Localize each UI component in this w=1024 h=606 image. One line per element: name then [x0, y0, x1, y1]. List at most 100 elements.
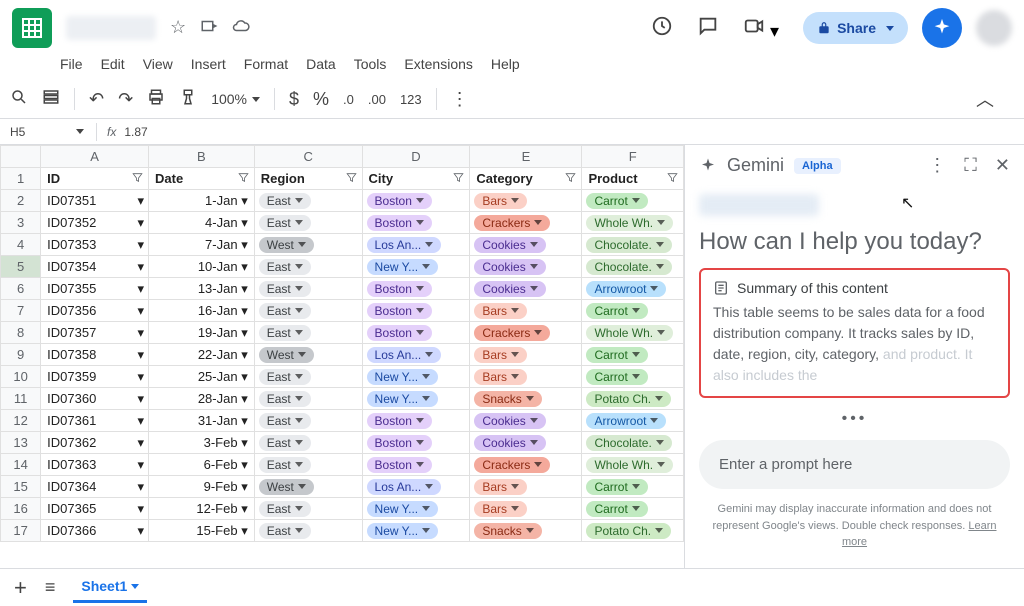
- chip-product[interactable]: Carrot: [586, 303, 647, 319]
- cell-city[interactable]: Boston: [362, 278, 470, 300]
- chip-city[interactable]: Boston: [367, 435, 432, 451]
- column-header-region[interactable]: Region: [254, 168, 362, 190]
- chip-category[interactable]: Bars: [474, 369, 527, 385]
- cell-product[interactable]: Whole Wh.: [582, 212, 684, 234]
- dropdown-caret-icon[interactable]: ▾: [137, 479, 144, 495]
- cell-product[interactable]: Arrowroot: [582, 278, 684, 300]
- dropdown-caret-icon[interactable]: ▾: [241, 479, 248, 494]
- cell-region[interactable]: East: [254, 212, 362, 234]
- col-header[interactable]: B: [149, 146, 255, 168]
- chip-city[interactable]: Boston: [367, 281, 432, 297]
- chip-region[interactable]: West: [259, 237, 314, 253]
- chip-product[interactable]: Whole Wh.: [586, 457, 673, 473]
- prompt-input[interactable]: Enter a prompt here: [699, 440, 1010, 489]
- chip-city[interactable]: Los An...: [367, 479, 442, 495]
- cell-product[interactable]: Whole Wh.: [582, 454, 684, 476]
- cell-product[interactable]: Potato Ch.: [582, 520, 684, 542]
- col-header[interactable]: A: [41, 146, 149, 168]
- sheet-tab[interactable]: Sheet1: [73, 572, 147, 603]
- dropdown-caret-icon[interactable]: ▾: [241, 259, 248, 274]
- cell-date[interactable]: 28-Jan ▾: [149, 388, 255, 410]
- cell-id[interactable]: ID07366▾: [41, 520, 149, 542]
- cell-id[interactable]: ID07360▾: [41, 388, 149, 410]
- column-header-id[interactable]: ID: [41, 168, 149, 190]
- cell-category[interactable]: Snacks: [470, 520, 582, 542]
- chip-category[interactable]: Bars: [474, 303, 527, 319]
- dropdown-caret-icon[interactable]: ▾: [137, 435, 144, 451]
- cell-city[interactable]: Los An...: [362, 476, 470, 498]
- cell-id[interactable]: ID07363▾: [41, 454, 149, 476]
- cell-id[interactable]: ID07361▾: [41, 410, 149, 432]
- cell-city[interactable]: Los An...: [362, 344, 470, 366]
- cell-id[interactable]: ID07364▾: [41, 476, 149, 498]
- cell-id[interactable]: ID07362▾: [41, 432, 149, 454]
- row-header[interactable]: 9: [1, 344, 41, 366]
- chip-region[interactable]: East: [259, 281, 311, 297]
- all-sheets-icon[interactable]: ≡: [45, 577, 56, 598]
- chip-region[interactable]: East: [259, 259, 311, 275]
- menu-extensions[interactable]: Extensions: [404, 56, 472, 72]
- cell-category[interactable]: Cookies: [470, 410, 582, 432]
- row-header[interactable]: 12: [1, 410, 41, 432]
- row-header[interactable]: 5: [1, 256, 41, 278]
- filter-icon[interactable]: [666, 171, 679, 187]
- cell-city[interactable]: Boston: [362, 322, 470, 344]
- dropdown-caret-icon[interactable]: ▾: [241, 369, 248, 384]
- chip-product[interactable]: Chocolate.: [586, 259, 671, 275]
- chip-city[interactable]: Boston: [367, 193, 432, 209]
- dropdown-caret-icon[interactable]: ▾: [241, 303, 248, 318]
- cell-product[interactable]: Whole Wh.: [582, 322, 684, 344]
- row-header[interactable]: 7: [1, 300, 41, 322]
- paint-format-icon[interactable]: [179, 88, 197, 111]
- summary-card[interactable]: Summary of this content This table seems…: [699, 268, 1010, 398]
- more-formats-icon[interactable]: 123: [400, 92, 422, 107]
- dropdown-caret-icon[interactable]: ▾: [137, 501, 144, 517]
- dropdown-caret-icon[interactable]: ▾: [241, 215, 248, 230]
- cell-city[interactable]: Boston: [362, 454, 470, 476]
- cell-category[interactable]: Cookies: [470, 234, 582, 256]
- cell-date[interactable]: 16-Jan ▾: [149, 300, 255, 322]
- col-header[interactable]: D: [362, 146, 470, 168]
- row-header[interactable]: 6: [1, 278, 41, 300]
- cell-date[interactable]: 31-Jan ▾: [149, 410, 255, 432]
- chip-region[interactable]: East: [259, 413, 311, 429]
- cell-city[interactable]: Los An...: [362, 234, 470, 256]
- chip-product[interactable]: Potato Ch.: [586, 523, 671, 539]
- cell-city[interactable]: New Y...: [362, 366, 470, 388]
- cell-product[interactable]: Arrowroot: [582, 410, 684, 432]
- cell-city[interactable]: Boston: [362, 432, 470, 454]
- gemini-expand-icon[interactable]: ⛶: [964, 155, 977, 176]
- chip-category[interactable]: Crackers: [474, 457, 550, 473]
- cell-date[interactable]: 12-Feb ▾: [149, 498, 255, 520]
- dropdown-caret-icon[interactable]: ▾: [137, 413, 144, 429]
- dropdown-caret-icon[interactable]: ▾: [137, 237, 144, 253]
- dropdown-caret-icon[interactable]: ▾: [137, 347, 144, 363]
- cell-date[interactable]: 4-Jan ▾: [149, 212, 255, 234]
- chip-city[interactable]: Los An...: [367, 347, 442, 363]
- chip-region[interactable]: East: [259, 523, 311, 539]
- cell-city[interactable]: New Y...: [362, 520, 470, 542]
- cloud-icon[interactable]: [232, 17, 250, 40]
- cell-date[interactable]: 15-Feb ▾: [149, 520, 255, 542]
- cell-category[interactable]: Crackers: [470, 454, 582, 476]
- move-icon[interactable]: [200, 17, 218, 40]
- cell-id[interactable]: ID07351▾: [41, 190, 149, 212]
- comments-icon[interactable]: [697, 15, 719, 42]
- percent-icon[interactable]: %: [313, 89, 329, 110]
- chip-city[interactable]: Boston: [367, 215, 432, 231]
- cell-city[interactable]: New Y...: [362, 256, 470, 278]
- chip-product[interactable]: Chocolate.: [586, 435, 671, 451]
- cell-id[interactable]: ID07352▾: [41, 212, 149, 234]
- zoom-select[interactable]: 100%: [211, 91, 260, 107]
- more-toolbar-icon[interactable]: ⋮: [451, 89, 469, 110]
- cell-category[interactable]: Cookies: [470, 278, 582, 300]
- cell-region[interactable]: East: [254, 432, 362, 454]
- row-header[interactable]: 16: [1, 498, 41, 520]
- dropdown-caret-icon[interactable]: ▾: [137, 281, 144, 297]
- cell-id[interactable]: ID07358▾: [41, 344, 149, 366]
- cell-product[interactable]: Carrot: [582, 190, 684, 212]
- row-header[interactable]: 14: [1, 454, 41, 476]
- chip-region[interactable]: West: [259, 347, 314, 363]
- cell-category[interactable]: Cookies: [470, 432, 582, 454]
- cell-reference[interactable]: H5: [6, 125, 76, 139]
